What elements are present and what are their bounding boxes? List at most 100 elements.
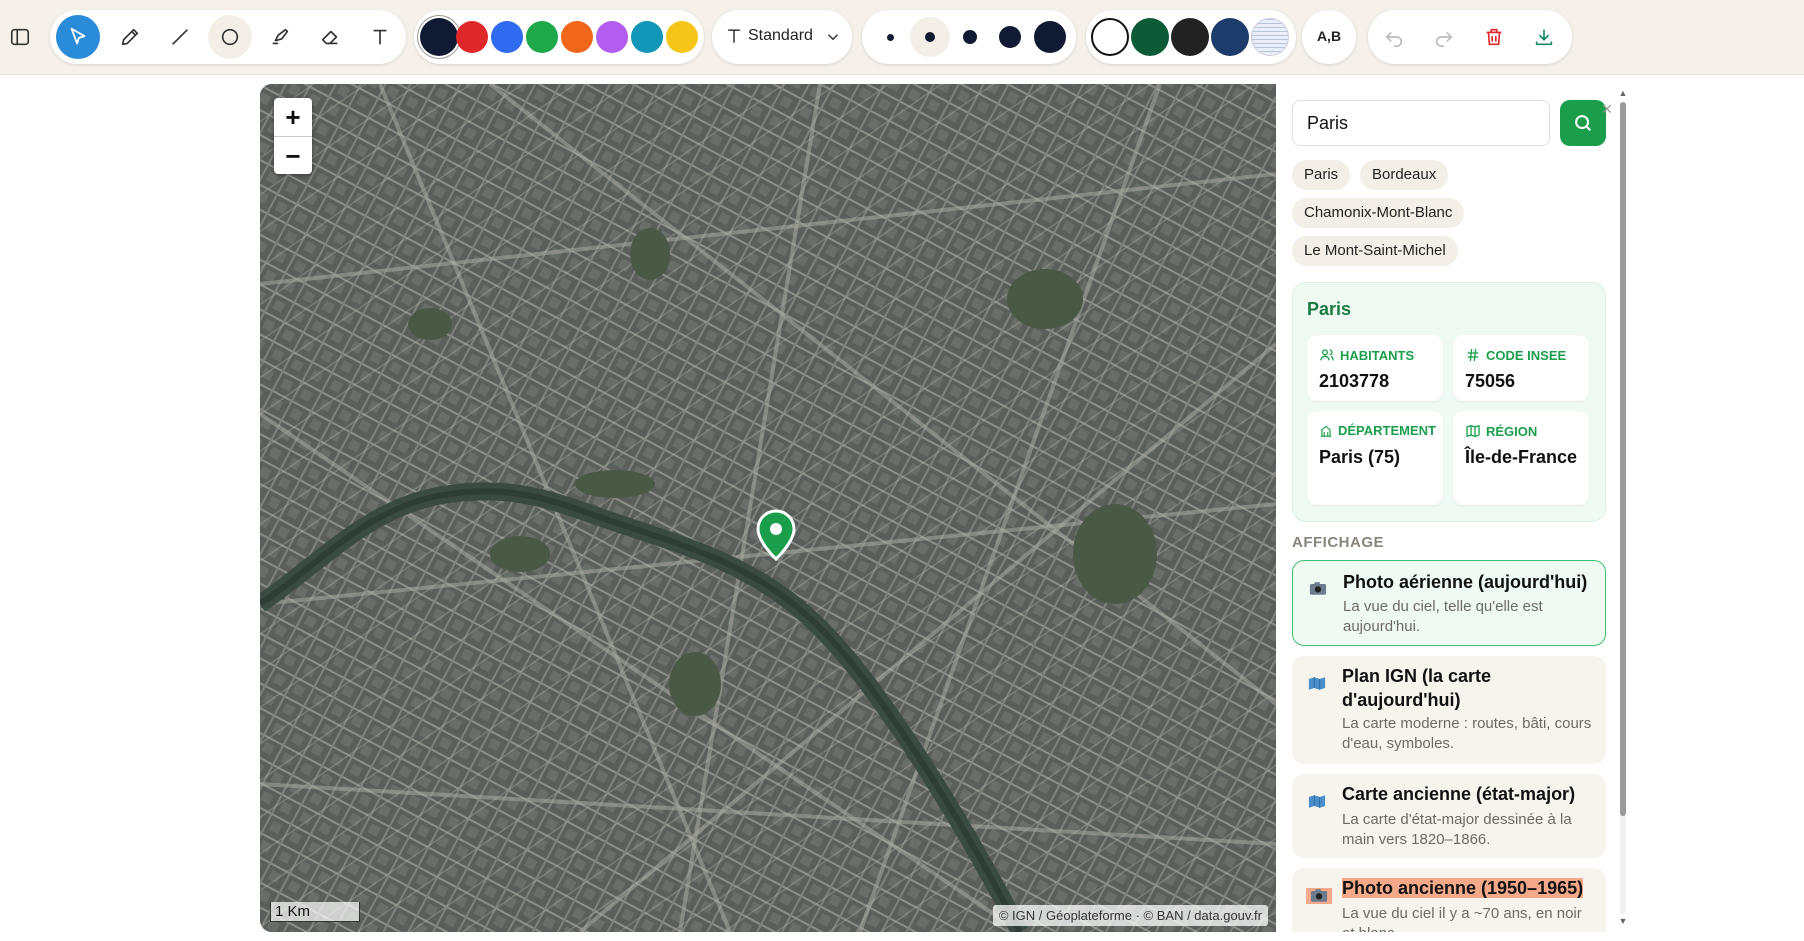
color-swatch-purple[interactable]: [596, 21, 628, 53]
ellipse-tool-button[interactable]: [208, 15, 252, 59]
suggestion-chip[interactable]: Bordeaux: [1360, 160, 1449, 190]
camera-icon: [1309, 581, 1329, 597]
layer-description: La carte moderne : routes, bâti, cours d…: [1342, 715, 1592, 752]
highlighter-tool-button[interactable]: [260, 17, 300, 57]
layer-description: La vue du ciel, telle qu'elle est aujour…: [1343, 598, 1543, 635]
line-icon: [172, 29, 188, 45]
scroll-up-arrow-icon[interactable]: ▲: [1618, 88, 1628, 98]
label-toggle-button[interactable]: A,B: [1302, 10, 1356, 64]
stroke-size-m[interactable]: [950, 17, 990, 57]
stat-value: 2103778: [1319, 371, 1390, 391]
chevron-down-icon: [827, 34, 839, 41]
layer-option-plan-ign[interactable]: Plan IGN (la carte d'aujourd'hui) La car…: [1292, 656, 1606, 764]
stat-value: Paris (75): [1319, 447, 1401, 467]
fill-swatch-white[interactable]: [1091, 18, 1129, 56]
suggestion-chip[interactable]: Le Mont-Saint-Michel: [1292, 236, 1458, 266]
map-icon: [1308, 676, 1328, 692]
sidebar-toggle-button[interactable]: [0, 17, 40, 57]
download-button[interactable]: [1524, 17, 1564, 57]
stat-value: 75056: [1465, 371, 1516, 391]
highlighter-icon: [272, 28, 289, 45]
map-icon: [1308, 794, 1328, 810]
download-icon: [1535, 29, 1553, 46]
map-attribution: © IGN / Géoplateforme · © BAN / data.gou…: [992, 905, 1268, 926]
color-swatch-teal[interactable]: [631, 21, 663, 53]
fill-swatch-dark-green[interactable]: [1131, 18, 1169, 56]
eraser-icon: [321, 30, 338, 45]
drawing-tools-group: [50, 10, 406, 64]
color-swatch-red[interactable]: [456, 21, 488, 53]
close-icon[interactable]: ×: [1598, 100, 1616, 118]
fill-color-group: [1086, 10, 1296, 64]
actions-group: [1368, 10, 1572, 64]
stroke-size-xs[interactable]: [870, 17, 910, 57]
undo-icon: [1385, 31, 1403, 47]
layer-title: Photo ancienne (1950–1965): [1342, 876, 1592, 900]
stroke-size-s[interactable]: [910, 17, 950, 57]
text-tool-button[interactable]: [360, 17, 400, 57]
color-swatch-orange[interactable]: [561, 21, 593, 53]
scroll-down-arrow-icon[interactable]: ▼: [1618, 916, 1628, 926]
city-title: Paris: [1307, 299, 1352, 319]
redo-button[interactable]: [1424, 17, 1464, 57]
stroke-size-xl[interactable]: [1030, 17, 1070, 57]
color-swatch-yellow[interactable]: [666, 21, 698, 53]
camera-icon: [1306, 888, 1332, 904]
zoom-in-button[interactable]: +: [274, 98, 312, 137]
color-swatch-green[interactable]: [526, 21, 558, 53]
top-toolbar: Standard A,B: [0, 0, 1804, 75]
stat-card: CODE INSEE 75056: [1453, 335, 1589, 401]
circle-icon: [221, 28, 239, 46]
color-palette-group: [414, 10, 704, 64]
color-swatch-navy[interactable]: [420, 18, 458, 56]
stat-label: CODE INSEE: [1465, 347, 1566, 363]
dot-icon: [1034, 21, 1066, 53]
font-style-value: Standard: [748, 27, 813, 44]
redo-icon: [1435, 31, 1453, 47]
stat-label: RÉGION: [1465, 423, 1537, 439]
layer-title: Photo aérienne (aujourd'hui): [1343, 572, 1588, 592]
layer-title-highlight: Photo ancienne (1950–1965): [1342, 878, 1584, 898]
select-tool-button[interactable]: [56, 15, 100, 59]
suggestion-chip[interactable]: Paris: [1292, 160, 1351, 190]
map-icon: [1466, 425, 1480, 437]
font-style-select[interactable]: Standard: [712, 10, 852, 64]
panel-scrollbar[interactable]: ▲ ▼: [1618, 88, 1628, 928]
fill-swatch-dark-blue[interactable]: [1211, 18, 1249, 56]
stat-card: DÉPARTEMENT Paris (75): [1307, 411, 1443, 505]
trash-icon: [1486, 28, 1502, 46]
pen-tool-button[interactable]: [110, 17, 150, 57]
map-view[interactable]: + − 1 Km © IGN / Géoplateforme · © BAN /…: [260, 84, 1276, 932]
layer-option-photo-ancienne[interactable]: Photo ancienne (1950–1965) La vue du cie…: [1292, 868, 1606, 932]
undo-button[interactable]: [1374, 17, 1414, 57]
hash-icon: [1467, 348, 1479, 362]
stroke-size-l[interactable]: [990, 17, 1030, 57]
search-input[interactable]: Paris: [1292, 100, 1550, 146]
stroke-size-group: [862, 10, 1076, 64]
scroll-thumb[interactable]: [1620, 102, 1626, 816]
label-toggle-text: A,B: [1316, 28, 1342, 44]
eraser-tool-button[interactable]: [310, 17, 350, 57]
layer-option-aerial[interactable]: Photo aérienne (aujourd'hui) La vue du c…: [1292, 560, 1606, 646]
stat-card: RÉGION Île-de-France: [1453, 411, 1589, 505]
sidebar-icon: [10, 28, 30, 46]
fill-swatch-black[interactable]: [1171, 18, 1209, 56]
map-scale: 1 Km: [270, 902, 360, 922]
zoom-control: + −: [274, 98, 312, 174]
dot-icon: [963, 30, 977, 44]
layer-description: La carte d'état-major dessinée à la main…: [1342, 811, 1572, 848]
aerial-map-image: [260, 84, 1276, 932]
text-icon: [373, 29, 387, 45]
suggestion-chip[interactable]: Chamonix-Mont-Blanc: [1292, 198, 1465, 228]
zoom-out-button[interactable]: −: [274, 137, 312, 175]
users-icon: [1320, 349, 1334, 361]
dot-icon: [999, 26, 1021, 48]
color-swatch-blue[interactable]: [491, 21, 523, 53]
fill-swatch-lined[interactable]: [1251, 18, 1289, 56]
layer-option-etat-major[interactable]: Carte ancienne (état-major) La carte d'é…: [1292, 774, 1606, 858]
text-t-icon: [728, 29, 740, 43]
line-tool-button[interactable]: [160, 17, 200, 57]
stat-label: DÉPARTEMENT: [1319, 423, 1436, 438]
map-pin-icon[interactable]: [756, 509, 796, 561]
delete-button[interactable]: [1474, 17, 1514, 57]
